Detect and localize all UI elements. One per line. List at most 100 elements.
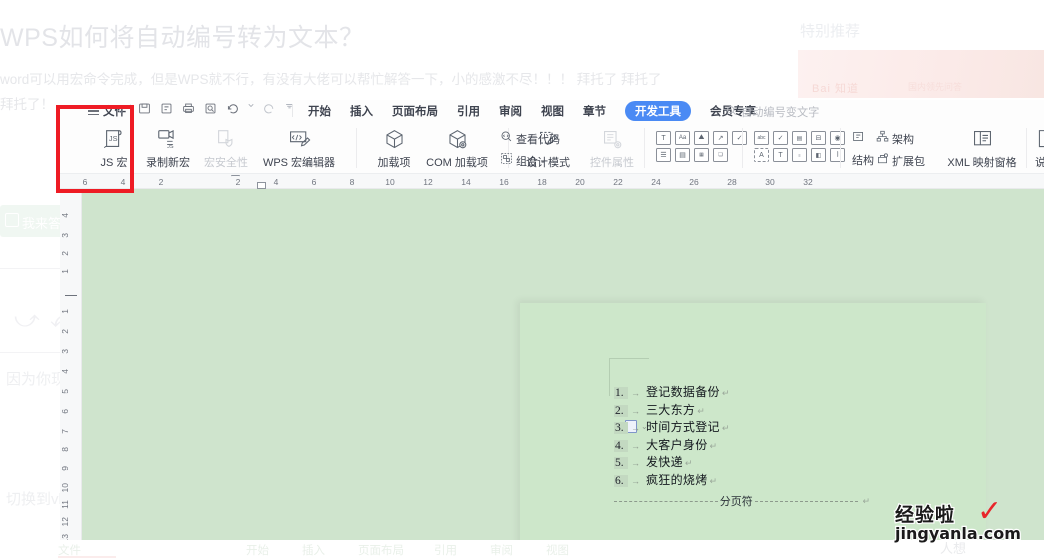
ribbon-button-structure[interactable]: 结构 [852,152,874,168]
hruler-tick-5: 6 [311,177,317,187]
ribbon-button-macro-editor[interactable]: WPS 宏编辑器 [256,125,342,170]
hruler-tick-16: 28 [727,177,737,187]
structure-icon-top[interactable] [852,130,865,148]
ribbon-button-group[interactable]: 组合 - [500,152,545,170]
list-item[interactable]: 6. → 疯狂的烧烤 ↵ [614,471,729,489]
control-text-box[interactable]: T [656,131,671,145]
ghost-tab-2: 页面布局 [358,545,404,557]
pencil-square-icon [5,213,19,227]
control-repeating[interactable]: ❏ [713,148,728,162]
ribbon-label-macro-security: 宏安全性 [204,157,248,169]
vruler-below-6: 7 [60,429,70,434]
numbered-list[interactable]: 1. → 登记数据备份 ↵ 2. → 三大东方 ↵ 3. → 时间方式登记 ↵ … [614,383,729,488]
save-icon[interactable] [138,102,151,115]
vruler-below-1: 2 [60,329,70,334]
control-toggle[interactable]: ◧ [811,148,826,162]
quick-access-toolbar [138,102,294,115]
control-building-block[interactable]: ↗ [713,131,728,145]
print-preview-icon[interactable] [160,102,173,115]
tab-charu[interactable]: 插入 [350,103,373,119]
cube-icon [368,125,420,151]
ribbon-button-help-doc[interactable]: i 说明 [1024,125,1044,170]
form-controls-grid-1: T Aa ⛰ ↗ ✓ ☰ ▤ ▦ ❏ [656,131,747,162]
tab-yemianbuju[interactable]: 页面布局 [392,103,438,119]
vruler-below-7: 8 [60,447,70,452]
list-item[interactable]: 5. → 发快递 ↵ [614,453,729,471]
control-combo-box[interactable]: ▤ [675,148,690,162]
search-box[interactable]: 自动编号变文字 [726,103,819,121]
watermark: 经验啦 jingyanla.com ✓ [894,495,1022,544]
vruler-above-2: 2 [60,251,70,256]
ribbon-button-record-macro[interactable]: JS 录制新宏 [142,125,194,170]
tab-kaishi[interactable]: 开始 [308,103,331,119]
control-date-picker[interactable]: ▦ [694,148,709,162]
tab-zhangjie[interactable]: 章节 [583,103,606,119]
control-spin[interactable]: ≡ [792,148,807,162]
tab-yinyong[interactable]: 引用 [457,103,480,119]
control-picture[interactable]: ⛰ [694,131,709,145]
hruler-tick-7: 10 [385,177,395,187]
view-code-icon [500,130,513,148]
control-checkbox-1[interactable]: ✓ [732,131,747,145]
list-item[interactable]: 2. → 三大东方 ↵ [614,401,729,419]
control-rich-text[interactable]: Aa [675,131,690,145]
tab-kaifagongju[interactable]: 开发工具 [625,101,691,121]
ribbon-button-schema-row [852,130,865,148]
list-number: 6. [614,474,628,487]
tab-shitu[interactable]: 视图 [541,103,564,119]
control-text-field[interactable]: T [773,148,788,162]
ribbon-label-record-macro: 录制新宏 [146,157,190,169]
control-list-view[interactable]: ▤ [792,131,807,145]
svg-text:JS: JS [109,134,118,143]
ghost-tab-4: 审阅 [490,545,513,557]
control-label[interactable]: abc [754,131,769,145]
control-scroll-bar[interactable]: ⫿ [830,148,845,162]
pilcrow-mark: ↵ [721,388,730,398]
bg-question-body-line1: word可以用宏命令完成，但是WPS就不行，有没有大佬可以帮忙解答一下，小的感激… [0,72,662,87]
top-margin-marker[interactable] [65,295,77,297]
list-item[interactable]: 1. → 登记数据备份 ↵ [614,383,729,401]
print-icon[interactable] [182,102,195,115]
tab-shenyue[interactable]: 审阅 [499,103,522,119]
list-item[interactable]: 3. → 时间方式登记 ↵ [614,418,729,436]
ribbon-button-js-macro[interactable]: JS JS 宏 [88,125,140,170]
ribbon-button-addins[interactable]: 加载项 [368,125,420,170]
control-checkbox-2[interactable]: ✓ [773,131,788,145]
ribbon-button-xml-map-pane[interactable]: XML 映射窗格 [940,125,1024,170]
pilcrow-mark: ↵ [684,458,693,468]
ribbon-button-schema[interactable]: 架构 [876,130,914,148]
find-icon[interactable] [204,102,217,115]
list-number: 2. [614,404,628,417]
xml-map-pane-icon [940,125,1024,151]
vertical-ruler[interactable]: 4 3 2 1 1 2 3 4 5 6 7 8 9 10 11 12 13 [60,189,82,540]
ribbon-button-view-code[interactable]: 查看代码 [500,130,560,148]
ribbon-button-macro-security[interactable]: 宏安全性 [200,125,252,170]
ribbon-label-schema: 架构 [892,134,914,146]
macro-security-icon [200,125,252,151]
undo-icon[interactable] [226,102,239,115]
ribbon-label-com-addins: COM 加载项 [426,157,488,169]
control-list-box[interactable]: ☰ [656,148,671,162]
control-radio-button[interactable]: ◉ [830,131,845,145]
chevron-down-icon[interactable]: ⌄ [117,105,125,116]
hruler-tick-11: 18 [537,177,547,187]
ribbon-button-control-properties[interactable]: 控件属性 [582,125,642,170]
hruler-tick-12: 20 [575,177,585,187]
left-indent-marker[interactable] [257,182,266,189]
ribbon-label-view-code: 查看代码 [516,134,560,146]
list-number: 1. [614,387,628,399]
wps-writer-window: 文件 ⌄ 开始 插入 页面布局 引用 审阅 视图 章节 开发工具 会员专享 自动… [60,100,1044,540]
vruler-above-0: 4 [60,213,70,218]
control-frame[interactable]: A [754,148,769,162]
svg-text:JS: JS [167,144,174,150]
redo-icon[interactable] [263,102,276,115]
ribbon-button-expansion-pack[interactable]: 扩展包 [876,152,925,170]
bg-question-title: WPS如何将自动编号转为文本？ [0,24,365,52]
horizontal-ruler[interactable]: 6 4 2 2 4 6 8 10 12 14 16 18 20 22 24 26… [60,174,1044,189]
ghost-tab-5: 视图 [546,545,569,557]
list-item[interactable]: 4. → 大客户身份 ↵ [614,436,729,454]
ribbon-button-com-addins[interactable]: COM 加载项 [420,125,494,170]
undo-dropdown-icon[interactable] [248,102,254,115]
bg-ad-brand: Bai 知道 [812,83,859,95]
control-split-box[interactable]: ⊟ [811,131,826,145]
